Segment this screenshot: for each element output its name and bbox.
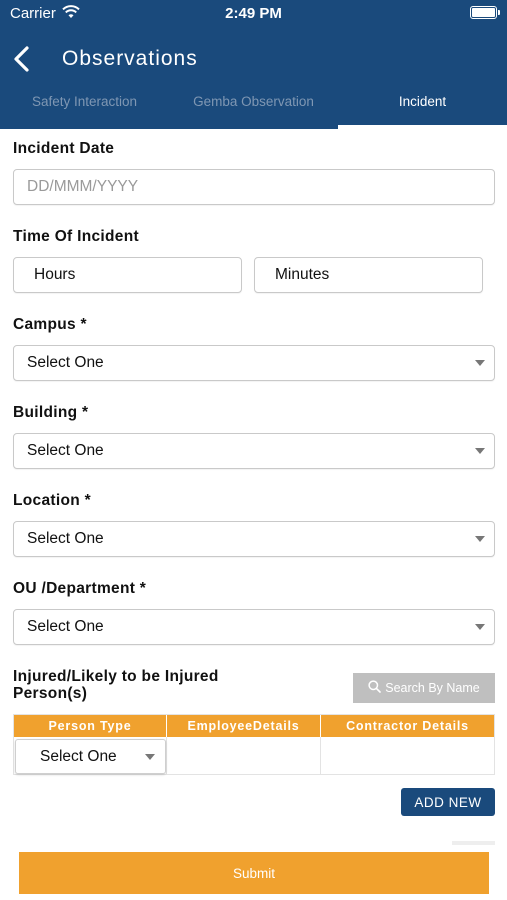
scroll-indicator [452, 841, 495, 845]
person-type-select[interactable]: Select One [15, 739, 166, 774]
hours-field[interactable]: Hours [13, 257, 242, 293]
building-label: Building * [13, 404, 89, 421]
column-header-contractor-details: Contractor Details [321, 715, 494, 737]
campus-select[interactable]: Select One [13, 345, 495, 381]
chevron-left-icon[interactable] [10, 43, 34, 75]
caret-down-icon [475, 360, 485, 366]
column-header-person-type: Person Type [14, 715, 167, 737]
caret-down-icon [145, 753, 155, 760]
time-of-incident-label: Time Of Incident [13, 228, 139, 245]
battery-icon [470, 6, 500, 19]
caret-down-icon [475, 536, 485, 542]
active-tab-indicator [338, 125, 507, 129]
page-title: Observations [62, 47, 198, 70]
column-header-employee-details: EmployeeDetails [167, 715, 321, 737]
caret-down-icon [475, 448, 485, 454]
location-label: Location * [13, 492, 91, 509]
persons-table: Person Type EmployeeDetails Contractor D… [13, 714, 495, 775]
search-by-name-button[interactable]: Search By Name [353, 673, 495, 703]
campus-label: Campus * [13, 316, 87, 333]
department-select[interactable]: Select One [13, 609, 495, 645]
location-select[interactable]: Select One [13, 521, 495, 557]
nav-header: Observations Safety Interaction Gemba Ob… [0, 27, 507, 129]
incident-date-label: Incident Date [13, 140, 115, 157]
add-new-button[interactable]: ADD NEW [401, 788, 495, 816]
tab-gemba-observation[interactable]: Gemba Observation [169, 89, 338, 129]
submit-button[interactable]: Submit [19, 852, 489, 894]
clock: 2:49 PM [225, 5, 282, 22]
incident-date-field[interactable]: DD/MMM/YYYY [13, 169, 495, 205]
injured-persons-label: Injured/Likely to be Injured Person(s) [13, 668, 219, 702]
tab-safety-interaction[interactable]: Safety Interaction [0, 89, 169, 129]
building-select[interactable]: Select One [13, 433, 495, 469]
table-cell-contractor-details[interactable] [321, 737, 494, 775]
table-cell-employee-details[interactable] [167, 737, 321, 775]
tab-incident[interactable]: Incident [338, 89, 507, 129]
tab-bar: Safety Interaction Gemba Observation Inc… [0, 89, 507, 129]
search-icon [368, 680, 382, 696]
status-bar: Carrier 2:49 PM [0, 0, 507, 27]
minutes-field[interactable]: Minutes [254, 257, 483, 293]
caret-down-icon [475, 624, 485, 630]
department-label: OU /Department * [13, 580, 147, 597]
